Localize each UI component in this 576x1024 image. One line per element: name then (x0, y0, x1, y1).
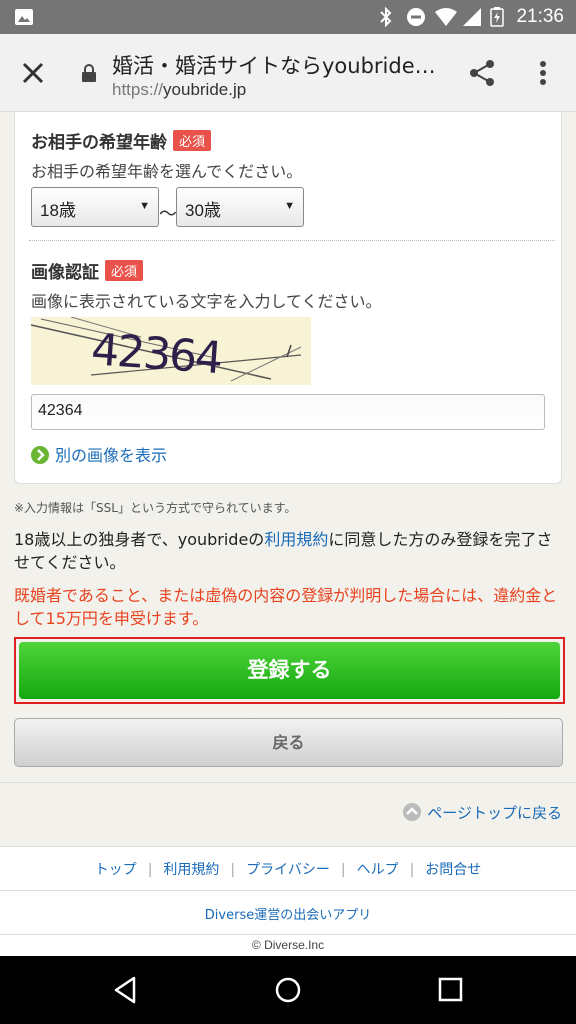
footer-link-top[interactable]: トップ (95, 862, 137, 878)
reload-captcha-link[interactable]: 別の画像を表示 (31, 442, 167, 466)
reload-captcha-text: 別の画像を表示 (55, 446, 168, 465)
agree-text-before: 18歳以上の独身者で、youbrideの (14, 530, 265, 549)
footer-link-terms[interactable]: 利用規約 (163, 862, 219, 878)
ssl-note: ※入力情報は「SSL」という方式で守られています。 (14, 501, 297, 515)
age-description: お相手の希望年齢を選んでください。 (31, 162, 303, 181)
wifi-icon (435, 8, 457, 26)
footer-divider (0, 934, 576, 935)
system-navigation-bar (0, 956, 576, 1024)
url-text: https://youbride.jp (112, 80, 246, 100)
captcha-image: 42364 (31, 317, 311, 385)
gallery-notification-icon (15, 9, 33, 25)
home-nav-icon[interactable] (270, 974, 306, 1006)
dropdown-arrow-icon: ▼ (284, 200, 295, 212)
page-title: 婚活・婚活サイトならyoubride… (112, 54, 436, 78)
max-age-select[interactable]: 30歳 ▼ (176, 187, 304, 227)
submit-button-highlight: 登録する (14, 637, 565, 704)
registration-form-card: お相手の希望年齢 必須 お相手の希望年齢を選んでください。 18歳 ▼ 〜 30歳 ▼… (14, 112, 562, 484)
age-range-separator: 〜 (159, 204, 177, 225)
captcha-input[interactable]: 42364 (31, 394, 545, 430)
section-divider (29, 240, 555, 241)
browser-toolbar: 婚活・婚活サイトならyoubride… https://youbride.jp (0, 34, 576, 112)
min-age-select[interactable]: 18歳 ▼ (31, 187, 159, 227)
required-badge: 必須 (105, 260, 144, 281)
copyright: © Diverse.Inc (251, 938, 325, 952)
page-top-link[interactable]: ページトップに戻る (403, 802, 562, 823)
penalty-warning: 既婚者であること、または虚偽の内容の登録が判明した場合には、違約金として15万円… (14, 586, 558, 628)
chevron-right-icon (31, 446, 49, 464)
back-button[interactable]: 戻る (14, 718, 563, 767)
footer-app-link[interactable]: Diverse運営の出会いアプリ (0, 904, 576, 923)
footer-link-contact[interactable]: お問合せ (425, 862, 481, 878)
footer-link-divider: | (409, 862, 415, 878)
footer-divider (0, 890, 576, 891)
close-icon[interactable] (18, 58, 48, 88)
min-age-value: 18歳 (40, 201, 76, 220)
footer-link-help[interactable]: ヘルプ (357, 862, 399, 878)
age-label: お相手の希望年齢 必須 (31, 128, 212, 153)
required-badge: 必須 (173, 130, 212, 151)
bluetooth-icon (380, 7, 392, 27)
captcha-label-text: 画像認証 (31, 263, 99, 283)
url-host: youbride.jp (163, 80, 247, 99)
recents-nav-icon[interactable] (432, 974, 468, 1006)
status-time: 21:36 (516, 6, 564, 27)
footer-links: トップ | 利用規約 | プライバシー | ヘルプ | お問合せ (0, 859, 576, 879)
terms-link[interactable]: 利用規約 (264, 530, 328, 549)
captcha-description: 画像に表示されている文字を入力してください。 (31, 292, 382, 311)
url-scheme: https:// (112, 80, 164, 99)
register-button[interactable]: 登録する (19, 642, 560, 699)
share-icon[interactable] (466, 56, 500, 90)
footer-link-divider: | (230, 862, 236, 878)
do-not-disturb-icon (407, 8, 425, 26)
status-bar: 21:36 (0, 0, 576, 34)
dropdown-arrow-icon: ▼ (139, 200, 150, 212)
terms-agreement-text: 18歳以上の独身者で、youbrideの利用規約に同意した方のみ登録を完了させて… (14, 528, 562, 574)
max-age-value: 30歳 (185, 201, 221, 220)
captcha-label: 画像認証 必須 (31, 258, 144, 283)
chevron-up-icon (403, 803, 422, 821)
footer-link-divider: | (147, 862, 153, 878)
back-nav-icon[interactable] (108, 974, 144, 1006)
page-top-text: ページトップに戻る (427, 804, 562, 822)
battery-charging-icon (490, 7, 504, 27)
captcha-text: 42364 (90, 324, 223, 384)
footer-link-privacy[interactable]: プライバシー (246, 862, 330, 878)
lock-icon (82, 64, 96, 82)
footer: トップ | 利用規約 | プライバシー | ヘルプ | お問合せ Diverse運営の出会いアプ… (0, 846, 576, 956)
signal-icon (463, 8, 481, 26)
age-label-text: お相手の希望年齢 (31, 133, 167, 153)
content-divider (0, 782, 576, 783)
footer-link-divider: | (340, 862, 346, 878)
overflow-menu-icon[interactable] (530, 56, 556, 90)
